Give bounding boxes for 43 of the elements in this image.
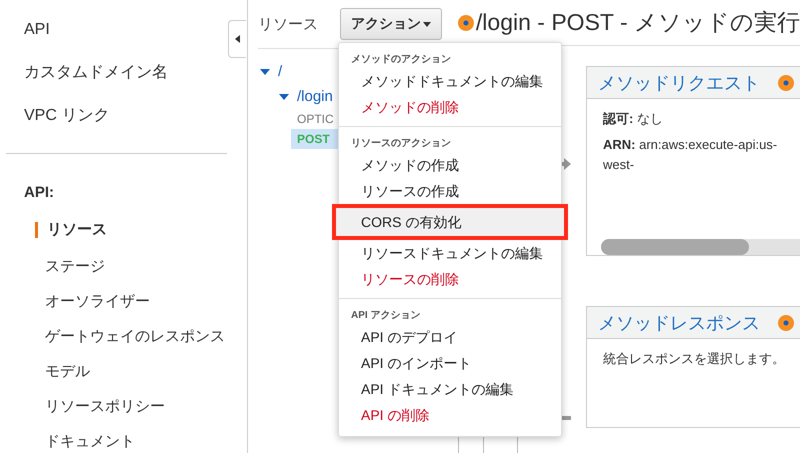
caret-down-icon[interactable]: [279, 92, 289, 100]
menu-item[interactable]: API のインポート: [339, 350, 561, 376]
nav-link[interactable]: リソースポリシー: [35, 397, 165, 416]
page-title: /login - POST - メソッドの実行: [476, 8, 800, 37]
panel-title: リソース: [258, 14, 318, 34]
status-dot-icon: [458, 14, 474, 30]
tree-node[interactable]: /login: [297, 88, 333, 105]
menu-item[interactable]: API の削除: [339, 402, 561, 428]
scrollbar[interactable]: [601, 239, 800, 255]
nav-link[interactable]: ゲートウェイのレスポンス: [35, 327, 225, 346]
section-heading: API:: [24, 184, 54, 201]
nav-link[interactable]: VPC リンク: [24, 107, 110, 124]
nav-link[interactable]: API: [24, 21, 50, 38]
nav-link[interactable]: ドキュメント: [35, 432, 135, 451]
menu-item[interactable]: メソッドの削除: [339, 94, 561, 120]
menu-item[interactable]: CORS の有効化: [335, 207, 565, 237]
actions-button[interactable]: アクション: [340, 8, 442, 40]
method-item[interactable]: OPTIC: [291, 109, 340, 129]
nav-link[interactable]: モデル: [35, 362, 90, 381]
card-text: 統合レスポンスを選択します。: [603, 350, 786, 368]
card-text: ARN: arn:aws:execute-api:us-west-: [603, 136, 778, 174]
menu-item[interactable]: リソースドキュメントの編集: [339, 240, 561, 266]
nav-link[interactable]: ステージ: [35, 257, 105, 276]
caret-down-icon[interactable]: [260, 68, 270, 76]
menu-item[interactable]: API ドキュメントの編集: [339, 376, 561, 402]
nav-link[interactable]: リソース: [35, 222, 107, 238]
status-dot-icon: [778, 74, 794, 90]
tree-node[interactable]: /: [278, 63, 282, 80]
menu-item[interactable]: リソースの作成: [339, 178, 561, 204]
menu-item[interactable]: API のデプロイ: [339, 324, 561, 350]
caret-left-icon: [235, 35, 240, 43]
nav-link[interactable]: カスタムドメイン名: [24, 64, 168, 81]
menu-heading: API アクション: [350, 309, 422, 323]
menu-heading: メソッドのアクション: [350, 53, 452, 67]
caret-down-icon: [423, 22, 431, 26]
status-dot-icon: [778, 314, 794, 330]
menu-item[interactable]: リソースの削除: [339, 266, 561, 292]
nav-link[interactable]: オーソライザー: [35, 292, 150, 311]
collapse-button[interactable]: [228, 20, 246, 58]
card-text: 認可: なし: [603, 110, 664, 128]
menu-item[interactable]: メソッドの作成: [339, 152, 561, 178]
menu-heading: リソースのアクション: [350, 137, 452, 151]
menu-item[interactable]: メソッドドキュメントの編集: [339, 68, 561, 94]
